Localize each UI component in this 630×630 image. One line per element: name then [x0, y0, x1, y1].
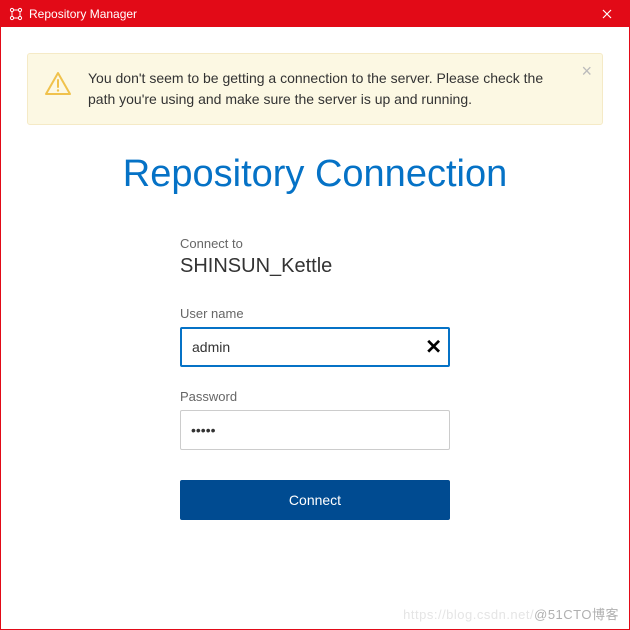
login-form: Connect to SHINSUN_Kettle User name ✕ Pa…	[180, 236, 450, 520]
alert-close-button[interactable]: ×	[581, 62, 592, 80]
warning-alert: You don't seem to be getting a connectio…	[27, 53, 603, 125]
connect-button[interactable]: Connect	[180, 480, 450, 520]
connect-to-label: Connect to	[180, 236, 450, 251]
watermark-url: https://blog.csdn.net/	[403, 607, 534, 622]
password-input-wrap	[180, 410, 450, 450]
watermark: https://blog.csdn.net/@51CTO博客	[403, 604, 619, 623]
window-close-button[interactable]	[585, 1, 629, 27]
watermark-handle: @51CTO博客	[534, 607, 619, 622]
username-input[interactable]	[180, 327, 450, 367]
page-title: Repository Connection	[27, 153, 603, 196]
clear-input-icon[interactable]: ✕	[425, 335, 442, 360]
window-title: Repository Manager	[29, 7, 585, 21]
password-label: Password	[180, 389, 450, 404]
warning-icon	[44, 70, 72, 98]
repository-name: SHINSUN_Kettle	[180, 255, 450, 278]
password-input[interactable]	[180, 410, 450, 450]
titlebar: Repository Manager	[1, 1, 629, 27]
window-frame: Repository Manager You don't seem to be …	[0, 0, 630, 630]
username-label: User name	[180, 306, 450, 321]
content-area: You don't seem to be getting a connectio…	[1, 27, 629, 629]
username-input-wrap: ✕	[180, 327, 450, 367]
alert-message: You don't seem to be getting a connectio…	[88, 68, 568, 110]
app-icon	[9, 7, 23, 21]
